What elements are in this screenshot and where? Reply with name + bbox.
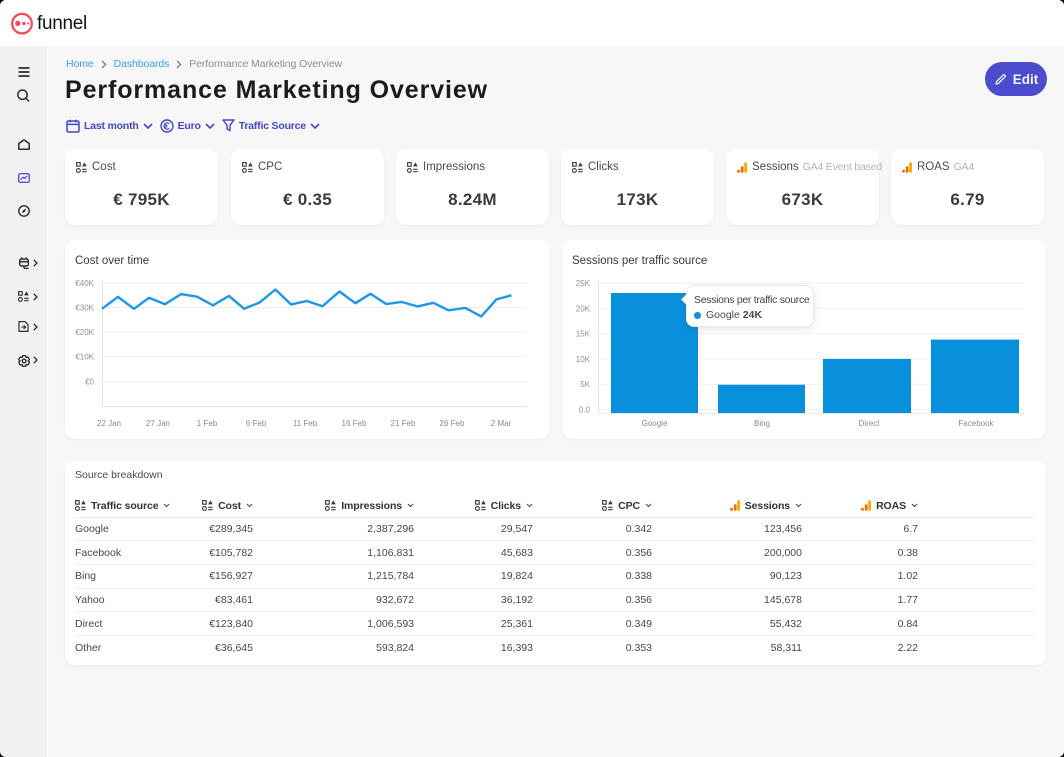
svg-text:21 Feb: 21 Feb [391,419,416,428]
svg-text:€0: €0 [85,378,94,387]
svg-text:€30K: €30K [75,304,94,313]
svg-text:1 Feb: 1 Feb [197,419,218,428]
svg-text:22 Jan: 22 Jan [97,419,121,428]
svg-text:15K: 15K [576,330,591,339]
svg-text:Facebook: Facebook [958,419,994,428]
svg-text:0.0: 0.0 [579,406,591,415]
svg-text:€20K: €20K [75,328,94,337]
svg-text:Direct: Direct [859,419,881,428]
svg-text:5K: 5K [580,380,590,389]
svg-text:27 Jan: 27 Jan [146,419,170,428]
svg-text:€10K: €10K [75,353,94,362]
svg-text:11 Feb: 11 Feb [293,419,318,428]
svg-text:6 Feb: 6 Feb [246,419,267,428]
svg-text:20K: 20K [576,304,591,313]
svg-text:2 Mar: 2 Mar [491,419,512,428]
svg-text:26 Feb: 26 Feb [440,419,465,428]
svg-text:€40K: €40K [75,279,94,288]
svg-text:Bing: Bing [754,419,770,428]
svg-text:25K: 25K [576,279,591,288]
svg-text:16 Feb: 16 Feb [342,419,367,428]
svg-text:Google: Google [642,419,668,428]
svg-text:10K: 10K [576,355,591,364]
